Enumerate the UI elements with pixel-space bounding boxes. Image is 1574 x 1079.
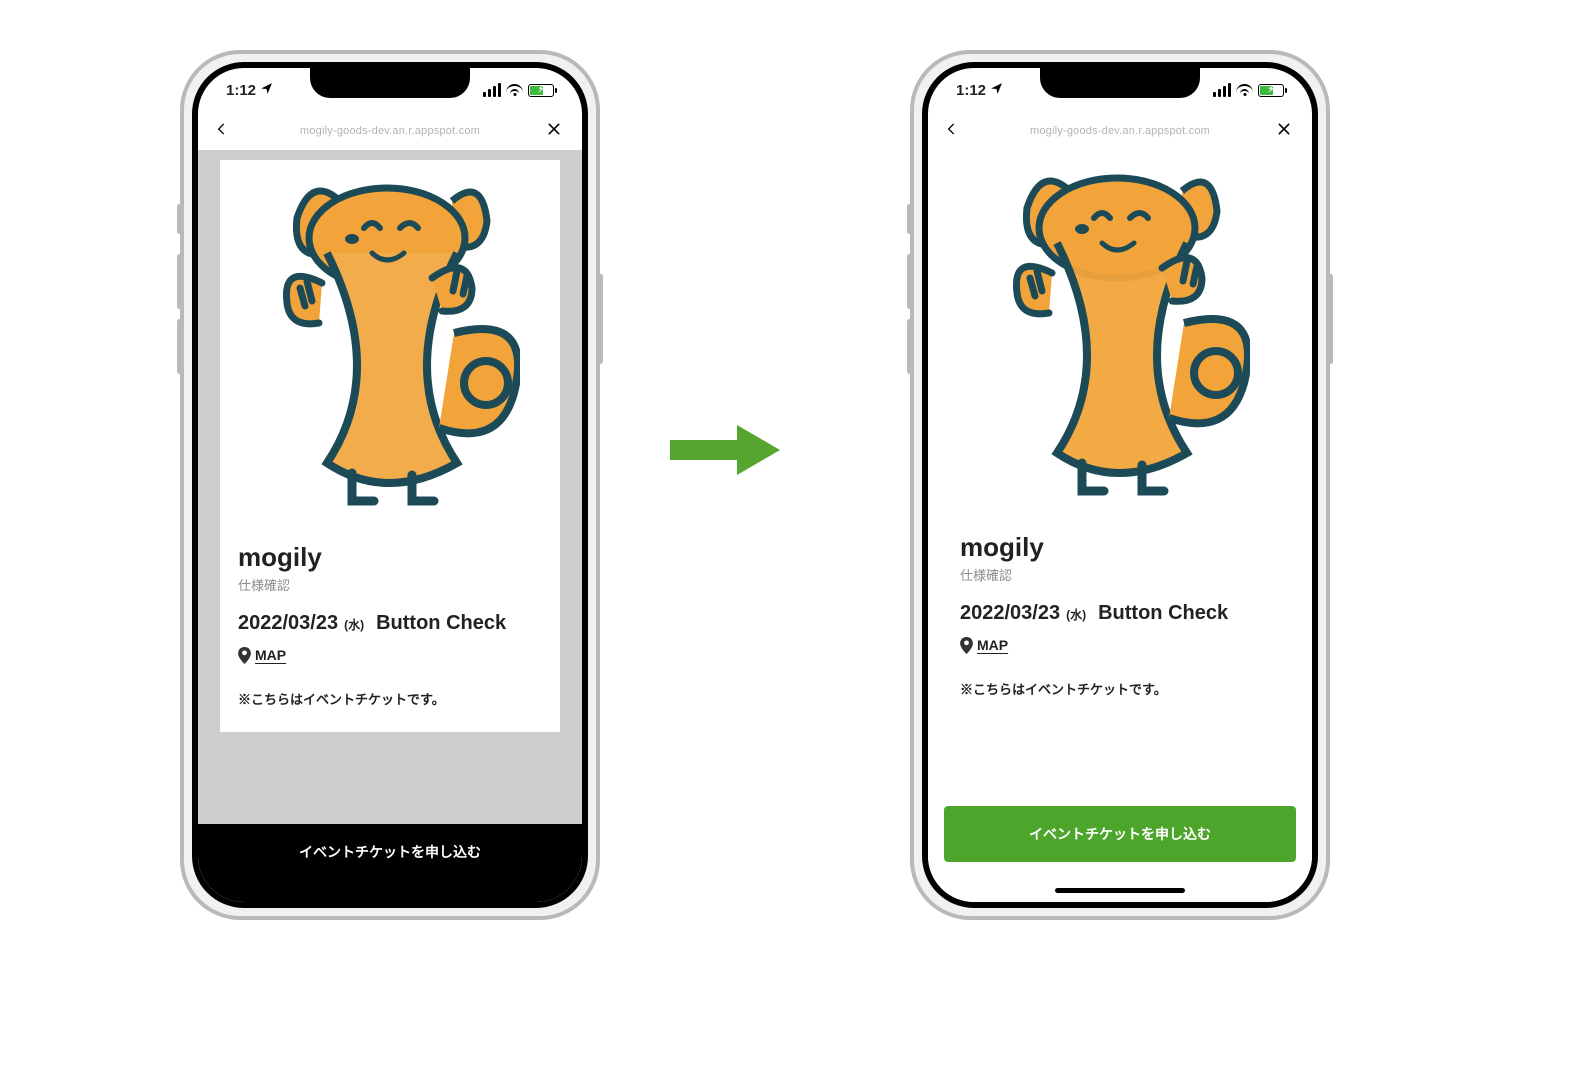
phone-left: 1:12 ⚡︎ mogily-goods-dev.an.r.appspot.co… <box>180 50 600 920</box>
location-arrow-icon <box>260 82 273 99</box>
map-label: MAP <box>255 647 286 663</box>
event-title: Button Check <box>1098 602 1228 625</box>
map-pin-icon <box>238 647 250 663</box>
location-arrow-icon <box>990 82 1003 99</box>
back-icon[interactable] <box>214 120 234 143</box>
close-icon[interactable] <box>1276 121 1296 142</box>
phone-notch <box>1040 66 1200 98</box>
page-body: mogily 仕様確認 2022/03/23 (水) Button Check … <box>198 150 582 902</box>
phone-notch <box>310 66 470 98</box>
page-body: mogily 仕様確認 2022/03/23 (水) Button Check … <box>928 150 1312 902</box>
transition-arrow-icon <box>665 420 785 480</box>
browser-nav: mogily-goods-dev.an.r.appspot.com <box>928 112 1312 150</box>
brand-name: mogily <box>238 542 542 573</box>
wifi-icon <box>506 84 523 96</box>
battery-icon: ⚡︎ <box>1258 84 1284 97</box>
mascot-icon <box>990 165 1250 505</box>
event-card: mogily 仕様確認 2022/03/23 (水) Button Check … <box>220 160 560 732</box>
cell-signal-icon <box>483 83 501 97</box>
event-date-row: 2022/03/23 (水) Button Check <box>238 612 542 635</box>
side-button <box>907 254 912 309</box>
event-hero-image <box>220 160 560 530</box>
phone-right: 1:12 ⚡︎ mogily-goods-dev.an.r.appspot.co… <box>910 50 1330 920</box>
event-hero-image <box>942 150 1298 520</box>
side-button <box>177 319 182 374</box>
home-indicator[interactable] <box>325 888 455 893</box>
event-dow: (水) <box>1066 606 1086 623</box>
status-time: 1:12 <box>956 82 986 99</box>
browser-nav: mogily-goods-dev.an.r.appspot.com <box>198 112 582 150</box>
mascot-icon <box>260 175 520 515</box>
ticket-note: ※こちらはイベントチケットです。 <box>238 689 542 708</box>
event-title: Button Check <box>376 612 506 635</box>
cta-label: イベントチケットを申し込む <box>299 844 481 860</box>
cta-label: イベントチケットを申し込む <box>1029 826 1211 842</box>
spec-label: 仕様確認 <box>960 565 1280 584</box>
status-time: 1:12 <box>226 82 256 99</box>
ticket-note: ※こちらはイベントチケットです。 <box>960 679 1280 698</box>
side-button <box>177 254 182 309</box>
close-icon[interactable] <box>546 121 566 142</box>
cell-signal-icon <box>1213 83 1231 97</box>
event-date: 2022/03/23 <box>960 602 1060 625</box>
side-button <box>177 204 182 234</box>
event-date-row: 2022/03/23 (水) Button Check <box>960 602 1280 625</box>
event-date: 2022/03/23 <box>238 612 338 635</box>
brand-name: mogily <box>960 532 1280 563</box>
event-card: mogily 仕様確認 2022/03/23 (水) Button Check … <box>942 150 1298 722</box>
side-button <box>598 274 603 364</box>
url-text: mogily-goods-dev.an.r.appspot.com <box>972 125 1268 137</box>
wifi-icon <box>1236 84 1253 96</box>
battery-icon: ⚡︎ <box>528 84 554 97</box>
home-indicator[interactable] <box>1055 888 1185 893</box>
side-button <box>907 319 912 374</box>
side-button <box>1328 274 1333 364</box>
spec-label: 仕様確認 <box>238 575 542 594</box>
back-icon[interactable] <box>944 120 964 143</box>
map-link[interactable]: MAP <box>238 647 542 663</box>
map-label: MAP <box>977 637 1008 653</box>
map-pin-icon <box>960 637 972 653</box>
map-link[interactable]: MAP <box>960 637 1280 653</box>
apply-ticket-button[interactable]: イベントチケットを申し込む <box>944 806 1296 862</box>
event-dow: (水) <box>344 616 364 633</box>
side-button <box>907 204 912 234</box>
url-text: mogily-goods-dev.an.r.appspot.com <box>242 125 538 137</box>
